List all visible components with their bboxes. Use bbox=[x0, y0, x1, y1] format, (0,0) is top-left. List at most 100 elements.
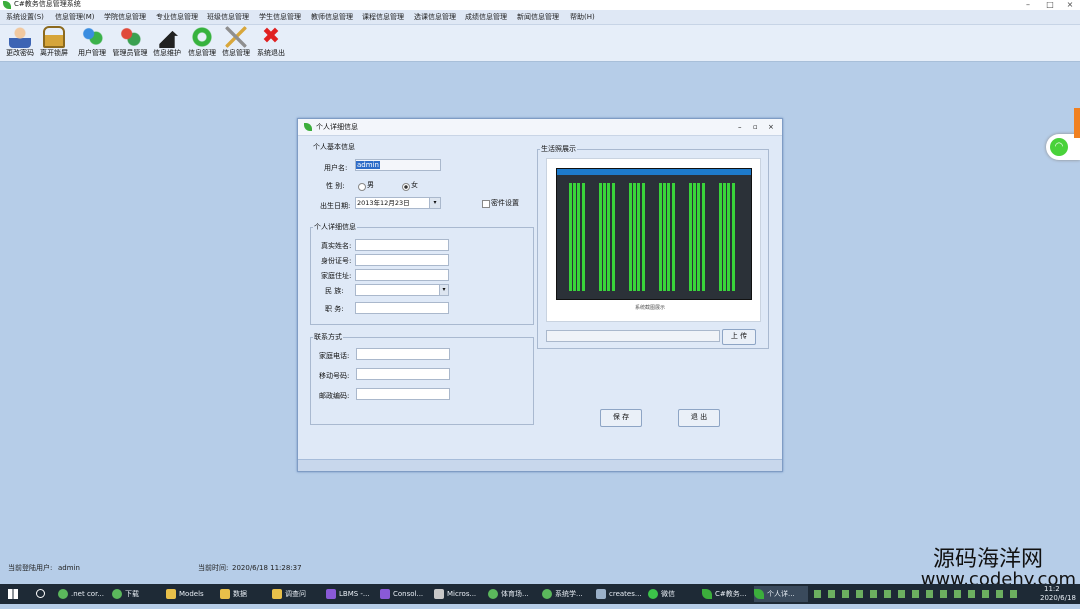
task-netcore[interactable]: .net cor... bbox=[58, 586, 110, 602]
task-personal-detail[interactable]: 个人详... bbox=[754, 586, 808, 602]
tray-icons[interactable] bbox=[814, 590, 1024, 598]
exit-button[interactable]: 退 出 bbox=[678, 409, 720, 427]
task-download[interactable]: 下载 bbox=[112, 586, 164, 602]
female-radio[interactable] bbox=[402, 183, 410, 191]
dialog-close-icon[interactable]: × bbox=[768, 122, 774, 132]
idcard-input[interactable] bbox=[355, 254, 449, 266]
phone-input[interactable] bbox=[356, 348, 450, 360]
screenshot-image bbox=[556, 168, 752, 300]
hide-checkbox[interactable] bbox=[482, 200, 490, 208]
menu-system-settings[interactable]: 系统设置(S) bbox=[6, 12, 44, 22]
detail-info-group: 个人详细信息 真实姓名: 身份证号: 家庭住址: 民 族: ▾ 职 务: bbox=[310, 223, 534, 325]
dialog-title: 个人详细信息 bbox=[316, 123, 358, 131]
menu-score[interactable]: 成绩信息管理 bbox=[465, 12, 507, 22]
menu-student[interactable]: 学生信息管理 bbox=[259, 12, 301, 22]
info-manage-button[interactable]: 信息管理 bbox=[186, 26, 218, 58]
close-icon[interactable]: × bbox=[1060, 0, 1080, 10]
info-maintain-button[interactable]: 信息维护 bbox=[150, 26, 184, 58]
username-input[interactable]: admin bbox=[355, 159, 441, 171]
contact-group: 联系方式 家庭电话: 移动号码: 邮政编码: bbox=[310, 333, 534, 425]
menu-selection[interactable]: 选课信息管理 bbox=[414, 12, 456, 22]
photo-caption: 系统截图展示 bbox=[635, 305, 666, 311]
detail-info-legend: 个人详细信息 bbox=[313, 223, 357, 231]
idcard-label: 身份证号: bbox=[321, 257, 352, 265]
maximize-icon[interactable]: □ bbox=[1040, 0, 1060, 10]
window-title: C#教务信息管理系统 bbox=[14, 0, 81, 8]
hide-label: 密件设置 bbox=[491, 199, 519, 207]
birth-label: 出生日期: bbox=[320, 202, 351, 210]
male-radio[interactable] bbox=[358, 183, 366, 191]
home-icon bbox=[156, 26, 178, 48]
personal-detail-dialog: 个人详细信息 – ▫ × 个人基本信息 用户名: admin 性 别: 男 女 … bbox=[297, 118, 783, 472]
menu-college[interactable]: 学院信息管理 bbox=[104, 12, 146, 22]
menu-teacher[interactable]: 教师信息管理 bbox=[311, 12, 353, 22]
save-button[interactable]: 保 存 bbox=[600, 409, 642, 427]
change-password-button[interactable]: 更改密码 bbox=[4, 26, 36, 58]
task-creates[interactable]: creates... bbox=[596, 586, 646, 602]
dialog-bottom-bar bbox=[298, 459, 782, 471]
tools-button[interactable]: 信息管理 bbox=[220, 26, 252, 58]
windows-start-icon[interactable] bbox=[8, 589, 18, 599]
basic-info-group: 个人基本信息 用户名: admin 性 别: 男 女 出生日期: 2013年12… bbox=[310, 143, 534, 221]
user-status-value: admin bbox=[58, 564, 80, 572]
nation-select[interactable]: ▾ bbox=[355, 284, 449, 296]
admin-manage-button[interactable]: 管理员管理 bbox=[112, 26, 148, 58]
toolbar: 更改密码 离开锁屏 用户管理 管理员管理 信息维护 信息管理 信息管理 ✖ 系统… bbox=[0, 25, 1080, 62]
refresh-icon bbox=[191, 26, 213, 48]
search-icon[interactable] bbox=[36, 589, 45, 598]
menu-course[interactable]: 课程信息管理 bbox=[362, 12, 404, 22]
job-input[interactable] bbox=[355, 302, 449, 314]
nation-label: 民 族: bbox=[325, 287, 344, 295]
menu-help[interactable]: 帮助(H) bbox=[570, 12, 595, 22]
address-label: 家庭住址: bbox=[321, 272, 352, 280]
upload-path-input[interactable] bbox=[546, 330, 720, 342]
task-wechat[interactable]: 微信 bbox=[648, 586, 698, 602]
clock-date[interactable]: 2020/6/18 bbox=[1040, 593, 1076, 609]
app-leaf-icon bbox=[3, 1, 11, 9]
nation-dropdown-icon[interactable]: ▾ bbox=[439, 285, 448, 295]
minimize-icon[interactable]: – bbox=[1018, 0, 1038, 10]
task-stadium[interactable]: 体育场... bbox=[488, 586, 540, 602]
user-icon bbox=[9, 26, 31, 48]
wifi-icon: ◠ bbox=[1050, 138, 1068, 156]
contact-legend: 联系方式 bbox=[313, 333, 343, 341]
menu-major[interactable]: 专业信息管理 bbox=[156, 12, 198, 22]
mobile-label: 移动号码: bbox=[319, 372, 350, 380]
mobile-input[interactable] bbox=[356, 368, 450, 380]
task-csharp-app[interactable]: C#教务... bbox=[702, 586, 752, 602]
calendar-dropdown-icon[interactable]: ▾ bbox=[429, 198, 440, 208]
address-input[interactable] bbox=[355, 269, 449, 281]
realname-input[interactable] bbox=[355, 239, 449, 251]
task-microsoft[interactable]: Micros... bbox=[434, 586, 486, 602]
username-label: 用户名: bbox=[324, 164, 348, 172]
task-survey[interactable]: 调查问 bbox=[272, 586, 322, 602]
task-lbms[interactable]: LBMS -... bbox=[326, 586, 378, 602]
tools-icon bbox=[225, 26, 247, 48]
task-data[interactable]: 数据 bbox=[220, 586, 270, 602]
user-status-label: 当前登陆用户: bbox=[8, 564, 53, 572]
time-status-label: 当前时间: bbox=[198, 564, 229, 572]
lock-screen-button[interactable]: 离开锁屏 bbox=[38, 26, 70, 58]
menu-info-manage[interactable]: 信息管理(M) bbox=[55, 12, 95, 22]
task-models[interactable]: Models bbox=[166, 586, 216, 602]
photo-group: 生活照展示 系统截图展示 bbox=[537, 145, 769, 349]
taskbar: .net cor... 下载 Models 数据 调查问 LBMS -... C… bbox=[0, 584, 1080, 604]
exit-system-button[interactable]: ✖ 系统退出 bbox=[254, 26, 288, 58]
time-status-value: 2020/6/18 11:28:37 bbox=[232, 564, 302, 572]
menu-news[interactable]: 新闻信息管理 bbox=[517, 12, 559, 22]
menu-class[interactable]: 班级信息管理 bbox=[207, 12, 249, 22]
lock-icon bbox=[43, 26, 65, 48]
user-manage-button[interactable]: 用户管理 bbox=[76, 26, 108, 58]
dialog-title-bar: 个人详细信息 – ▫ × bbox=[298, 119, 782, 136]
upload-button[interactable]: 上 传 bbox=[722, 329, 756, 345]
basic-info-legend: 个人基本信息 bbox=[312, 143, 356, 151]
dialog-minimize-icon[interactable]: – bbox=[738, 122, 742, 132]
male-label: 男 bbox=[367, 181, 374, 189]
postcode-input[interactable] bbox=[356, 388, 450, 400]
birth-date-picker[interactable]: 2013年12月23日 ▾ bbox=[355, 197, 441, 209]
red-x-icon: ✖ bbox=[261, 24, 281, 49]
task-system[interactable]: 系统学... bbox=[542, 586, 594, 602]
realname-label: 真实姓名: bbox=[321, 242, 352, 250]
task-console[interactable]: Consol... bbox=[380, 586, 432, 602]
dialog-maximize-icon[interactable]: ▫ bbox=[753, 122, 758, 132]
